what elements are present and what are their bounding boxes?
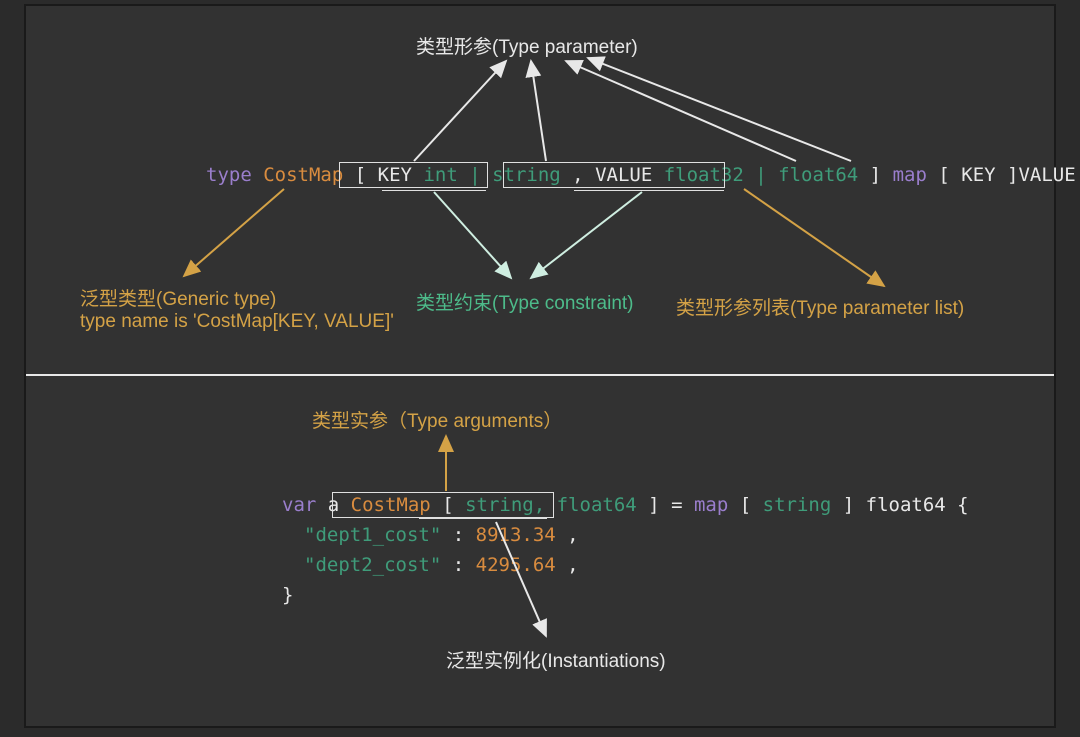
- label-type-param-list: 类型形参列表(Type parameter list): [676, 293, 964, 320]
- underline-type-args: [419, 518, 547, 519]
- diagram-frame: 类型形参(Type parameter) type CostMap [ KEY …: [24, 4, 1056, 728]
- label-generic-type-1: 泛型类型(Generic type): [80, 284, 276, 311]
- label-type-arguments: 类型实参（Type arguments）: [312, 406, 562, 433]
- label-type-constraint: 类型约束(Type constraint): [416, 288, 634, 315]
- code-type-decl: type CostMap [ KEY int | string , VALUE …: [206, 164, 1076, 186]
- divider: [26, 374, 1054, 376]
- label-type-parameter: 类型形参(Type parameter): [416, 32, 638, 59]
- label-generic-type-2: type name is 'CostMap[KEY, VALUE]': [80, 311, 394, 333]
- underline-key-constraint: [382, 190, 486, 191]
- code-entry-2: "dept2_cost" : 4295.64 ,: [304, 554, 579, 576]
- code-entry-1: "dept1_cost" : 8913.34 ,: [304, 524, 579, 546]
- label-instantiations: 泛型实例化(Instantiations): [446, 646, 666, 673]
- code-rbrace: }: [282, 584, 293, 606]
- type-name: CostMap: [263, 164, 343, 186]
- code-var-decl: var a CostMap [ string, float64 ] = map …: [282, 494, 969, 516]
- kw-type: type: [206, 164, 252, 186]
- arrows-bottom: [26, 6, 1058, 730]
- underline-value-constraint: [574, 190, 724, 191]
